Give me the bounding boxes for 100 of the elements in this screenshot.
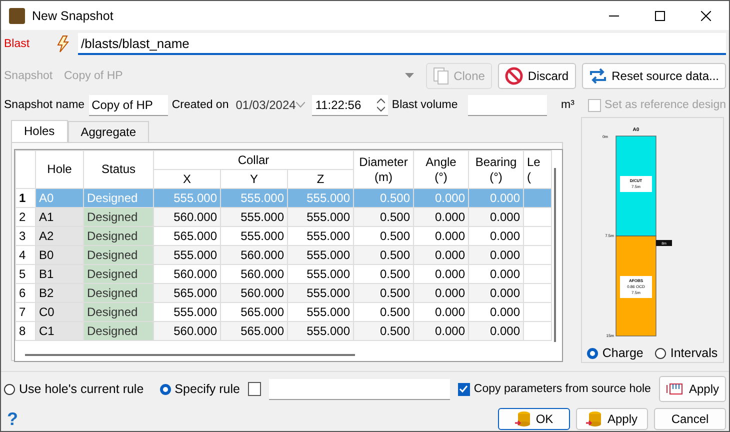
blast-label: Blast [4,38,31,50]
reference-label: Set as reference design [604,99,726,111]
table-cell: 0.000 [414,284,468,302]
copy-label: Copy parameters from source hole [474,383,651,395]
column-header[interactable]: Z [288,170,354,188]
ok-button[interactable]: OK [498,408,570,430]
row-number: 6 [16,284,36,302]
table-cell: B1 [36,264,84,284]
row-number: 7 [16,302,36,322]
rule-radio[interactable]: Use hole's current rule [4,382,144,396]
scrollbar[interactable] [554,168,556,342]
prohibited-icon [504,67,523,85]
table-cell: Designed [84,208,154,226]
column-header[interactable]: Status [84,150,154,188]
view-radio[interactable]: Charge [587,346,644,360]
column-header[interactable]: Hole [36,150,84,188]
table-cell: C1 [36,322,84,340]
table-cell: 555.000 [288,208,354,226]
database-icon [514,411,531,427]
table-cell: 555.000 [288,188,354,208]
created-on-label: Created on [172,99,229,111]
time-field[interactable]: 11:22:56 [312,94,388,116]
table-cell: 560.000 [220,284,288,302]
table-cell: 555.000 [220,188,288,208]
column-header[interactable]: X [154,170,220,188]
table-cell: 0.500 [354,208,414,226]
spinner-icon [376,98,385,112]
copy-checkbox[interactable] [458,382,470,396]
table-cell: Designed [84,302,154,322]
row-number: 1 [16,188,36,208]
column-group-header: Collar [154,150,354,170]
snapshot-label: Snapshot [4,70,52,82]
rule-checkbox[interactable] [248,382,261,396]
help-icon[interactable]: ? [7,408,492,430]
minimize-icon [609,14,619,16]
rule-radio[interactable]: Specify rule [160,382,240,396]
table-cell: B0 [36,246,84,264]
copy-icon [432,67,449,85]
snapshot-name-field[interactable]: Copy of HP [88,94,168,116]
table-cell: 555.000 [288,322,354,340]
database-icon [586,411,602,427]
rule-field[interactable] [268,378,450,400]
ruler-icon [666,382,684,396]
table-cell: 0.000 [414,322,468,340]
apply-button[interactable]: Apply [576,408,648,430]
maximize-icon [655,10,665,20]
scrollbar[interactable] [25,354,355,356]
cancel-button[interactable]: Cancel [654,408,726,430]
table-cell: 555.000 [288,284,354,302]
table-cell: Designed [84,246,154,264]
snapshot-name-label: Snapshot name [4,99,85,111]
table-cell: Designed [84,322,154,340]
table-cell: 0.000 [468,246,524,264]
table-cell: 0.000 [468,188,524,208]
caret-icon [296,102,306,108]
table-cell: C0 [36,302,84,322]
table-cell: 0.500 [354,322,414,340]
table-cell: 0.500 [354,246,414,264]
column-header[interactable]: Bearing (°) [468,150,524,188]
tab[interactable]: Aggregate [68,121,150,142]
table-cell: B2 [36,284,84,302]
table-cell: A1 [36,208,84,226]
column-header[interactable]: Y [220,170,288,188]
blast-path-field[interactable]: /blasts/blast_name [78,33,726,55]
blast-volume-label: Blast volume [392,99,458,111]
table-cell: 555.000 [154,188,220,208]
column-header[interactable]: Diameter (m) [354,150,414,188]
view-radio[interactable]: Intervals [655,346,718,360]
table-cell: 555.000 [154,246,220,264]
tab[interactable]: Holes [11,120,68,142]
unit-label: m³ [561,99,574,111]
row-number: 5 [16,264,36,284]
row-number: 3 [16,226,36,246]
table-cell: A2 [36,226,84,246]
row-number: 2 [16,208,36,226]
close-icon [701,10,711,20]
table-cell: 0.000 [414,246,468,264]
row-number: 8 [16,322,36,340]
table-cell: 0.500 [354,284,414,302]
row-number: 4 [16,246,36,264]
blast-volume-field[interactable] [468,94,548,116]
table-cell: 565.000 [220,322,288,340]
table-cell: 0.000 [468,284,524,302]
apply-rule-button[interactable]: Apply [658,376,726,402]
table-cell: 0.000 [468,208,524,226]
window-title: New Snapshot [32,8,114,22]
table-cell: 555.000 [220,208,288,226]
table-cell: A0 [36,188,84,208]
column-header[interactable]: Angle (°) [414,150,468,188]
table-cell: 560.000 [220,246,288,264]
table-cell: 0.000 [414,208,468,226]
refresh-icon [588,68,607,84]
table-cell: 0.500 [354,188,414,208]
caret-icon [404,73,414,79]
column-header[interactable]: Le ( [524,150,552,188]
app-icon [9,8,25,24]
table-cell: 565.000 [154,284,220,302]
table-cell: 0.000 [468,322,524,340]
table-cell: Designed [84,188,154,208]
table-cell: 0.000 [414,188,468,208]
